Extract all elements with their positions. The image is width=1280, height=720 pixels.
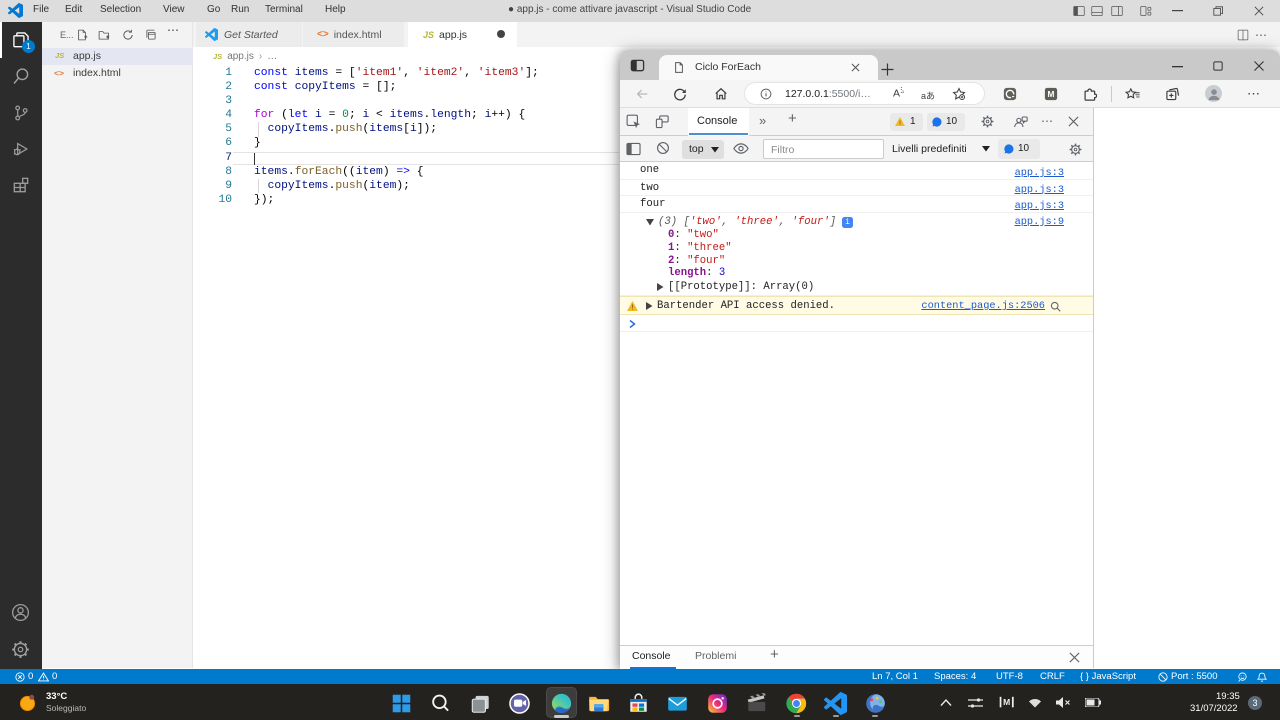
svg-text:M: M <box>1048 89 1055 99</box>
svg-text:!: ! <box>899 120 901 126</box>
svg-text:!: ! <box>630 305 634 311</box>
